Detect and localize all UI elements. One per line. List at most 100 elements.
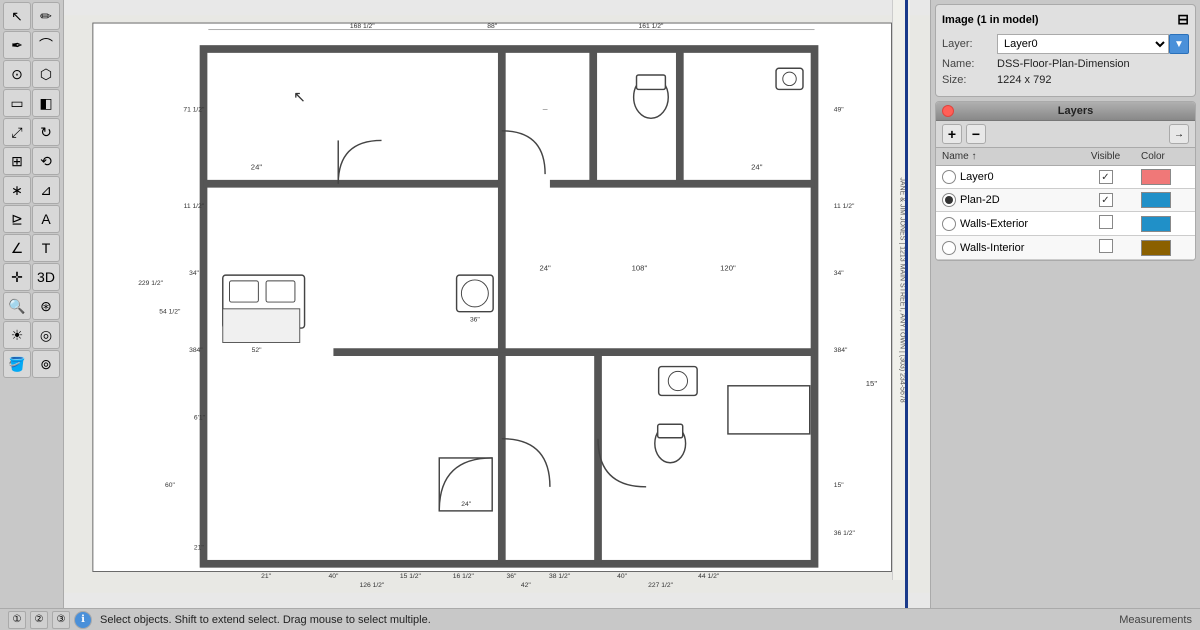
- tool-row-9: ∠ T: [3, 234, 60, 262]
- status-icon-2[interactable]: ②: [30, 611, 48, 629]
- layer-visible-cell[interactable]: [1076, 212, 1135, 236]
- svg-text:21": 21": [194, 544, 204, 551]
- layers-panel: Layers + − → Name ↑ Visible Color: [935, 101, 1196, 261]
- name-row: Name: DSS-Floor-Plan-Dimension: [942, 58, 1189, 70]
- layers-panel-close-btn[interactable]: [942, 105, 954, 117]
- layer-color-swatch-2[interactable]: [1141, 216, 1171, 232]
- tool-row-3: ⊙ ⬡: [3, 60, 60, 88]
- tool-tape[interactable]: ⊵: [3, 205, 31, 233]
- layer-name-text: Walls-Interior: [960, 242, 1024, 254]
- tool-rotate[interactable]: ↻: [32, 118, 60, 146]
- layer-color-swatch-1[interactable]: [1141, 192, 1171, 208]
- tool-row-8: ⊵ A: [3, 205, 60, 233]
- layer-dropdown-btn[interactable]: ▼: [1169, 34, 1189, 54]
- tool-text[interactable]: T: [32, 234, 60, 262]
- tool-follow-me[interactable]: ∗: [3, 176, 31, 204]
- status-text: Select objects. Shift to extend select. …: [100, 614, 1111, 626]
- blue-vertical-line: [905, 0, 908, 608]
- tool-polygon[interactable]: ⬡: [32, 60, 60, 88]
- tool-protractor[interactable]: ∠: [3, 234, 31, 262]
- canvas-area[interactable]: 168 1/2" 88" 161 1/2": [64, 0, 930, 608]
- tool-eraser[interactable]: ✏: [32, 2, 60, 30]
- layer-label: Layer:: [942, 38, 997, 50]
- layer-color-cell[interactable]: [1135, 166, 1195, 189]
- tool-look-around[interactable]: ◎: [32, 321, 60, 349]
- tool-row-4: ▭ ◧: [3, 89, 60, 117]
- svg-text:15": 15": [866, 379, 878, 388]
- tool-rectangle2[interactable]: ◧: [32, 89, 60, 117]
- floor-plan-svg: 168 1/2" 88" 161 1/2": [64, 0, 930, 608]
- status-icon-1[interactable]: ①: [8, 611, 26, 629]
- svg-text:36": 36": [507, 573, 517, 580]
- tool-zoom[interactable]: 🔍: [3, 292, 31, 320]
- layer-row: Walls-Interior: [936, 236, 1195, 260]
- tool-select[interactable]: ↖: [3, 2, 31, 30]
- layer-name-text: Walls-Exterior: [960, 218, 1028, 230]
- tool-offset[interactable]: ⊿: [32, 176, 60, 204]
- tool-extra[interactable]: ⊚: [32, 350, 60, 378]
- layer-visible-cell[interactable]: [1076, 166, 1135, 189]
- layers-panel-title: Layers: [962, 105, 1189, 117]
- svg-text:42": 42": [521, 582, 531, 589]
- tool-pencil[interactable]: ✒: [3, 31, 31, 59]
- svg-text:40": 40": [328, 573, 338, 580]
- tool-move[interactable]: ⤢: [3, 118, 31, 146]
- layer-name-cell: Layer0: [936, 166, 1076, 189]
- svg-text:11 1/2": 11 1/2": [184, 203, 205, 210]
- add-layer-btn[interactable]: +: [942, 124, 962, 144]
- layer-radio-2[interactable]: [942, 217, 956, 231]
- tool-walk[interactable]: ☀: [3, 321, 31, 349]
- tool-axes[interactable]: ✛: [3, 263, 31, 291]
- status-icon-4[interactable]: ℹ: [74, 611, 92, 629]
- layer-color-swatch-0[interactable]: [1141, 169, 1171, 185]
- svg-text:─: ─: [542, 107, 548, 114]
- layer-color-cell[interactable]: [1135, 212, 1195, 236]
- tool-row-6: ⊞ ⟲: [3, 147, 60, 175]
- layer-visible-cell[interactable]: [1076, 189, 1135, 212]
- col-name-header[interactable]: Name ↑: [936, 148, 1076, 166]
- status-icon-3[interactable]: ③: [52, 611, 70, 629]
- remove-layer-btn[interactable]: −: [966, 124, 986, 144]
- tool-row-12: ☀ ◎: [3, 321, 60, 349]
- tool-dimension[interactable]: A: [32, 205, 60, 233]
- col-visible-header: Visible: [1076, 148, 1135, 166]
- layer-row: Plan-2D: [936, 189, 1195, 212]
- layer-select[interactable]: Layer0: [997, 34, 1169, 54]
- purge-layers-btn[interactable]: →: [1169, 124, 1189, 144]
- layer-color-swatch-3[interactable]: [1141, 240, 1171, 256]
- svg-text:71 1/2": 71 1/2": [183, 107, 205, 114]
- tool-circle[interactable]: ⊙: [3, 60, 31, 88]
- image-info-collapse-btn[interactable]: ⊟: [1177, 11, 1189, 28]
- layer-checkbox-2[interactable]: [1099, 215, 1113, 229]
- layers-panel-titlebar: Layers: [936, 102, 1195, 121]
- tool-row-7: ∗ ⊿: [3, 176, 60, 204]
- status-bar: ① ② ③ ℹ Select objects. Shift to extend …: [0, 608, 1200, 630]
- layer-checkbox-3[interactable]: [1099, 239, 1113, 253]
- layer-checkbox-1[interactable]: [1099, 193, 1113, 207]
- tool-zoom-extents[interactable]: ⊛: [32, 292, 60, 320]
- tool-row-10: ✛ 3D: [3, 263, 60, 291]
- app-container: ↖ ✏ ✒ ⌒ ⊙ ⬡ ▭ ◧ ⤢ ↻ ⊞ ⟲ ∗ ⊿ ⊵ A: [0, 0, 1200, 608]
- tool-arc[interactable]: ⌒: [32, 31, 60, 59]
- layer-visible-cell[interactable]: [1076, 236, 1135, 260]
- svg-text:34": 34": [834, 270, 844, 277]
- tool-paint-bucket[interactable]: 🪣: [3, 350, 31, 378]
- layer-name-text: Layer0: [960, 171, 994, 183]
- svg-text:384": 384": [834, 347, 848, 354]
- layer-name-cell: Walls-Exterior: [936, 212, 1076, 236]
- svg-text:44 1/2": 44 1/2": [698, 573, 720, 580]
- tool-scale[interactable]: ⊞: [3, 147, 31, 175]
- tool-3d-text[interactable]: 3D: [32, 263, 60, 291]
- layer-radio-3[interactable]: [942, 241, 956, 255]
- layer-radio-1[interactable]: [942, 193, 956, 207]
- layer-radio-0[interactable]: [942, 170, 956, 184]
- layer-color-cell[interactable]: [1135, 236, 1195, 260]
- layer-checkbox-0[interactable]: [1099, 170, 1113, 184]
- svg-text:60": 60": [165, 482, 175, 489]
- tool-rectangle[interactable]: ▭: [3, 89, 31, 117]
- layer-color-cell[interactable]: [1135, 189, 1195, 212]
- tool-push-pull[interactable]: ⟲: [32, 147, 60, 175]
- svg-text:54 1/2": 54 1/2": [159, 309, 181, 316]
- layer-name-cell: Walls-Interior: [936, 236, 1076, 260]
- svg-text:24": 24": [251, 162, 263, 171]
